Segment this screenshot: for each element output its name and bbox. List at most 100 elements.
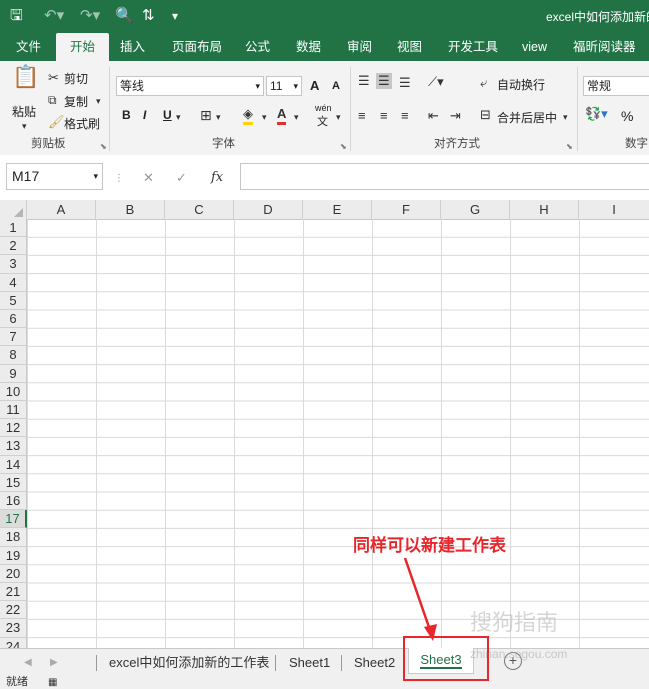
enter-icon[interactable]: ✓ (176, 170, 187, 186)
clipboard-launcher-icon[interactable]: ⬊ (100, 142, 107, 151)
row-header-21[interactable]: 21 (0, 583, 27, 602)
save-icon[interactable]: 🖫 (10, 6, 23, 26)
phonetic-label-top[interactable]: wén (315, 103, 332, 113)
underline-button[interactable]: U (163, 108, 172, 122)
tab-view-en[interactable]: view (522, 33, 547, 61)
font-color-icon[interactable]: A (277, 106, 287, 125)
tab-home[interactable]: 开始 (56, 33, 110, 61)
orientation-icon[interactable]: ⟋▾ (428, 74, 444, 90)
row-header-18[interactable]: 18 (0, 528, 27, 547)
decrease-indent-icon[interactable]: ⇤ (428, 108, 439, 124)
name-box[interactable]: M17 ▾ (6, 163, 103, 190)
percent-button[interactable]: % (621, 108, 633, 124)
align-right-icon[interactable]: ≡ (401, 108, 409, 124)
phonetic-label-bottom[interactable]: 文 (317, 113, 328, 129)
cut-icon[interactable]: ✂ (48, 70, 59, 86)
row-header-5[interactable]: 5 (0, 291, 27, 310)
sheet-tab-sheet1[interactable]: Sheet1 (289, 651, 330, 675)
column-header-b[interactable]: B (96, 200, 165, 219)
format-painter-button[interactable]: 格式刷 (64, 115, 100, 132)
tab-insert[interactable]: 插入 (120, 33, 145, 61)
tab-developer[interactable]: 开发工具 (448, 33, 498, 61)
row-header-14[interactable]: 14 (0, 455, 27, 474)
redo-icon[interactable]: ↷▾ (80, 6, 100, 26)
fill-color-icon[interactable]: ◈ (243, 106, 253, 125)
bold-button[interactable]: B (122, 108, 131, 122)
column-header-a[interactable]: A (27, 200, 96, 219)
align-middle-icon[interactable]: ☰ (376, 73, 392, 89)
row-header-4[interactable]: 4 (0, 273, 27, 292)
decrease-font-icon[interactable]: A (332, 80, 340, 92)
border-dropdown-icon[interactable]: ▾ (216, 109, 221, 125)
scroll-sheets-right-icon[interactable]: ▶ (50, 651, 58, 675)
row-header-13[interactable]: 13 (0, 437, 27, 456)
font-name-dropdown-icon[interactable]: ▾ (255, 77, 260, 95)
wrap-text-button[interactable]: 自动换行 (497, 76, 545, 93)
row-header-12[interactable]: 12 (0, 419, 27, 438)
row-header-8[interactable]: 8 (0, 346, 27, 365)
name-box-dropdown-icon[interactable]: ▾ (93, 164, 98, 189)
column-header-i[interactable]: I (579, 200, 649, 219)
column-header-g[interactable]: G (441, 200, 510, 219)
row-header-20[interactable]: 20 (0, 564, 27, 583)
paste-icon[interactable]: 📋 (12, 66, 39, 88)
copy-button[interactable]: 复制 (64, 93, 88, 110)
merge-dropdown-icon[interactable]: ▾ (563, 109, 568, 125)
row-header-23[interactable]: 23 (0, 619, 27, 638)
column-header-c[interactable]: C (165, 200, 234, 219)
row-header-17[interactable]: 17 (0, 510, 27, 529)
tab-data[interactable]: 数据 (296, 33, 321, 61)
row-header-15[interactable]: 15 (0, 473, 27, 492)
cut-button[interactable]: 剪切 (64, 70, 88, 87)
alignment-launcher-icon[interactable]: ⬊ (566, 142, 573, 151)
accounting-format-icon[interactable]: 💱▾ (585, 106, 608, 122)
number-format-box[interactable]: 常规 (583, 76, 649, 96)
font-name-box[interactable]: 等线 ▾ (116, 76, 264, 96)
scroll-sheets-left-icon[interactable]: ◀ (24, 651, 32, 675)
fill-color-dropdown-icon[interactable]: ▾ (262, 109, 267, 125)
align-left-icon[interactable]: ≡ (358, 108, 366, 124)
cell-grid[interactable] (27, 219, 649, 649)
tab-review[interactable]: 审阅 (347, 33, 372, 61)
cancel-icon[interactable]: ✕ (143, 170, 154, 186)
formula-input[interactable] (240, 163, 649, 190)
underline-dropdown-icon[interactable]: ▾ (176, 109, 181, 125)
row-header-10[interactable]: 10 (0, 382, 27, 401)
merge-center-button[interactable]: 合并后居中 (497, 109, 557, 126)
paste-dropdown-icon[interactable]: ▾ (22, 118, 27, 134)
align-center-icon[interactable]: ≡ (380, 108, 388, 124)
sheet-tab-sheet2[interactable]: Sheet2 (354, 651, 395, 675)
macro-record-icon[interactable]: ▦ (48, 676, 57, 689)
insert-function-icon[interactable]: fx (211, 170, 223, 186)
row-header-1[interactable]: 1 (0, 219, 27, 238)
merge-center-icon[interactable]: ⊟ (480, 107, 491, 123)
row-header-11[interactable]: 11 (0, 401, 27, 420)
font-size-box[interactable]: 11 ▾ (266, 76, 302, 96)
row-header-7[interactable]: 7 (0, 328, 27, 347)
column-header-h[interactable]: H (510, 200, 579, 219)
phonetic-dropdown-icon[interactable]: ▾ (336, 109, 341, 125)
copy-icon[interactable]: ⧉ (48, 92, 57, 108)
border-icon[interactable]: ⊞ (200, 107, 212, 123)
tab-page-layout[interactable]: 页面布局 (172, 33, 222, 61)
increase-font-icon[interactable]: A (310, 78, 319, 93)
column-header-d[interactable]: D (234, 200, 303, 219)
row-header-9[interactable]: 9 (0, 364, 27, 383)
tab-view[interactable]: 视图 (397, 33, 422, 61)
print-preview-icon[interactable]: 🔍 (115, 6, 134, 26)
tab-formulas[interactable]: 公式 (245, 33, 270, 61)
row-header-3[interactable]: 3 (0, 255, 27, 274)
align-bottom-icon[interactable]: ☰ (399, 75, 411, 91)
select-all-corner[interactable] (0, 200, 27, 219)
row-header-16[interactable]: 16 (0, 492, 27, 511)
tab-foxit-reader[interactable]: 福昕阅读器 (573, 33, 636, 61)
tab-file[interactable]: 文件 (16, 33, 41, 61)
sheet-tab-main[interactable]: excel中如何添加新的工作表 (109, 651, 269, 675)
row-header-22[interactable]: 22 (0, 601, 27, 620)
wrap-text-icon[interactable]: ⤶ (480, 75, 487, 91)
format-painter-icon[interactable]: 🖌 (48, 114, 65, 130)
undo-icon[interactable]: ↶▾ (44, 6, 64, 26)
sort-icon[interactable]: ⇅ (142, 6, 155, 26)
italic-button[interactable]: I (143, 108, 146, 122)
align-top-icon[interactable]: ☰ (358, 73, 370, 89)
